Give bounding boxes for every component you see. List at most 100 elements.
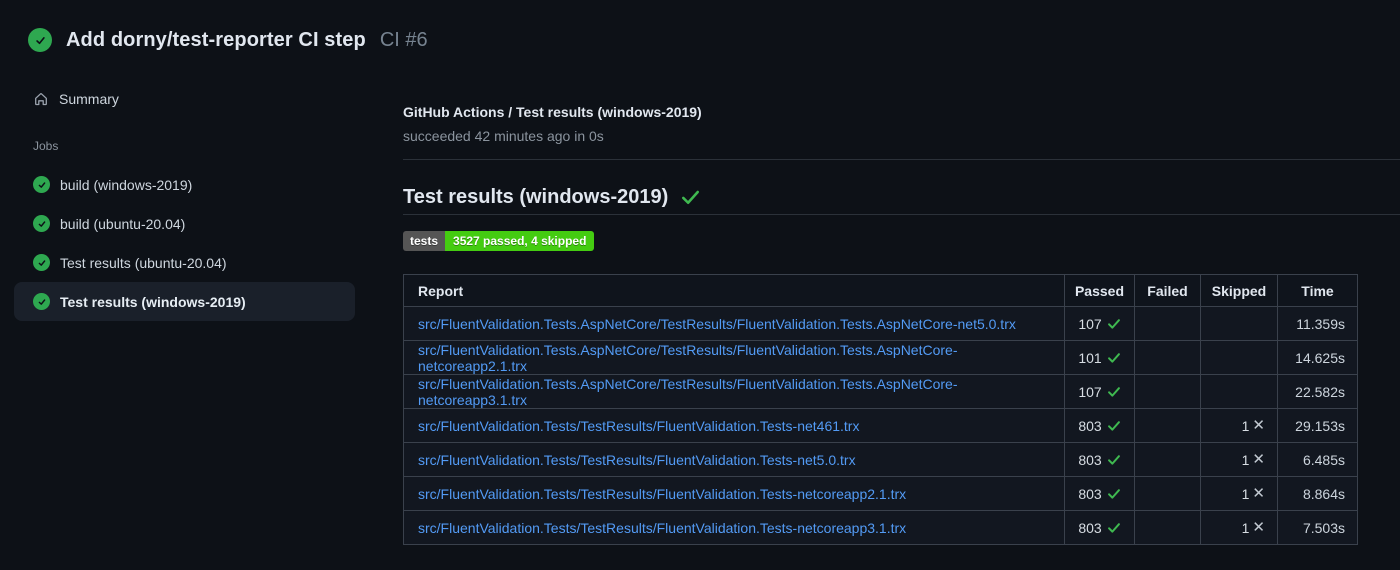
run-success-check-circle-icon <box>28 28 52 52</box>
job-success-check-circle-icon <box>33 254 50 271</box>
passed-count: 803 <box>1078 485 1102 502</box>
job-item-label: build (ubuntu-20.04) <box>60 215 186 232</box>
table-header-row: Report Passed Failed Skipped Time <box>403 274 1358 307</box>
failed-cell <box>1134 510 1201 545</box>
passed-count: 803 <box>1078 451 1102 468</box>
test-results-table: Report Passed Failed Skipped Time src/Fluent… <box>403 274 1358 545</box>
report-cell: src/FluentValidation.Tests.AspNetCore/Te… <box>403 306 1065 341</box>
skipped-count: 1 <box>1241 451 1250 468</box>
skipped-cell: 1 ✕ <box>1200 442 1278 477</box>
sidebar: Summary Jobs build (windows-2019) build (… <box>0 83 403 321</box>
tests-badge: tests 3527 passed, 4 skipped <box>403 231 595 251</box>
time-cell: 11.359s <box>1277 306 1358 341</box>
time-cell: 6.485s <box>1277 442 1358 477</box>
sidebar-job-item-4[interactable]: Test results (windows-2019) <box>14 282 355 321</box>
skipped-count: 1 <box>1241 417 1250 434</box>
skipped-count: 1 <box>1241 485 1250 502</box>
run-header: Add dorny/test-reporter CI step CI #6 <box>0 0 1400 52</box>
column-header-time: Time <box>1277 274 1358 307</box>
passed-count: 101 <box>1078 349 1102 366</box>
badge-label: tests <box>403 231 446 251</box>
report-cell: src/FluentValidation.Tests/TestResults/F… <box>403 510 1065 545</box>
time-cell: 22.582s <box>1277 374 1358 409</box>
passed-check-icon <box>1107 352 1120 363</box>
passed-count: 803 <box>1078 417 1102 434</box>
passed-check-icon <box>1107 420 1120 431</box>
time-cell: 14.625s <box>1277 340 1358 375</box>
job-success-check-circle-icon <box>33 293 50 310</box>
passed-cell: 803 <box>1064 510 1135 545</box>
skipped-count: 1 <box>1241 519 1250 536</box>
report-link[interactable]: src/FluentValidation.Tests/TestResults/F… <box>418 486 906 502</box>
time-cell: 29.153s <box>1277 408 1358 443</box>
main-content: GitHub Actions / Test results (windows-2… <box>403 83 1400 545</box>
failed-cell <box>1134 306 1201 341</box>
sidebar-job-item-1[interactable]: build (windows-2019) <box>14 165 355 204</box>
skipped-cell <box>1200 306 1278 341</box>
report-link[interactable]: src/FluentValidation.Tests/TestResults/F… <box>418 452 856 468</box>
job-success-check-circle-icon <box>33 176 50 193</box>
table-row: src/FluentValidation.Tests/TestResults/F… <box>403 442 1358 477</box>
passed-cell: 803 <box>1064 408 1135 443</box>
failed-cell <box>1134 476 1201 511</box>
section-success-check-icon <box>682 190 700 205</box>
report-link[interactable]: src/FluentValidation.Tests/TestResults/F… <box>418 418 859 434</box>
table-row: src/FluentValidation.Tests.AspNetCore/Te… <box>403 374 1358 409</box>
check-icon <box>35 36 45 44</box>
passed-check-icon <box>1107 454 1120 465</box>
sidebar-item-summary[interactable]: Summary <box>14 83 355 115</box>
home-icon <box>35 93 47 106</box>
column-header-report: Report <box>403 274 1065 307</box>
time-cell: 7.503s <box>1277 510 1358 545</box>
passed-cell: 101 <box>1064 340 1135 375</box>
run-number: CI #6 <box>379 28 428 51</box>
table-row: src/FluentValidation.Tests/TestResults/F… <box>403 510 1358 545</box>
report-cell: src/FluentValidation.Tests.AspNetCore/Te… <box>403 374 1065 409</box>
failed-cell <box>1134 408 1201 443</box>
skipped-x-icon: ✕ <box>1252 417 1265 434</box>
report-link[interactable]: src/FluentValidation.Tests.AspNetCore/Te… <box>418 376 958 408</box>
job-title: GitHub Actions / Test results (windows-2… <box>403 104 702 120</box>
report-link[interactable]: src/FluentValidation.Tests.AspNetCore/Te… <box>418 342 958 374</box>
layout: Summary Jobs build (windows-2019) build (… <box>0 83 1400 545</box>
skipped-cell: 1 ✕ <box>1200 510 1278 545</box>
passed-count: 107 <box>1078 383 1102 400</box>
skipped-cell: 1 ✕ <box>1200 476 1278 511</box>
passed-check-icon <box>1107 318 1120 329</box>
passed-cell: 803 <box>1064 442 1135 477</box>
report-link[interactable]: src/FluentValidation.Tests/TestResults/F… <box>418 520 906 536</box>
column-header-passed: Passed <box>1064 274 1135 307</box>
run-title: Add dorny/test-reporter CI step <box>66 28 366 51</box>
skipped-cell: 1 ✕ <box>1200 408 1278 443</box>
skipped-x-icon: ✕ <box>1252 485 1265 502</box>
passed-cell: 107 <box>1064 374 1135 409</box>
sidebar-summary-label: Summary <box>59 91 119 107</box>
table-row: src/FluentValidation.Tests.AspNetCore/Te… <box>403 306 1358 341</box>
job-success-check-circle-icon <box>33 215 50 232</box>
report-link[interactable]: src/FluentValidation.Tests.AspNetCore/Te… <box>418 316 1016 332</box>
failed-cell <box>1134 340 1201 375</box>
report-cell: src/FluentValidation.Tests/TestResults/F… <box>403 476 1065 511</box>
section-title: Test results (windows-2019) <box>403 186 669 208</box>
report-cell: src/FluentValidation.Tests.AspNetCore/Te… <box>403 340 1065 375</box>
table-row: src/FluentValidation.Tests/TestResults/F… <box>403 408 1358 443</box>
passed-check-icon <box>1107 522 1120 533</box>
sidebar-job-item-3[interactable]: Test results (ubuntu-20.04) <box>14 243 355 282</box>
skipped-x-icon: ✕ <box>1252 519 1265 536</box>
jobs-list: build (windows-2019) build (ubuntu-20.04)… <box>14 165 403 321</box>
jobs-section-label: Jobs <box>33 139 59 153</box>
sidebar-job-item-2[interactable]: build (ubuntu-20.04) <box>14 204 355 243</box>
divider <box>403 159 1400 160</box>
passed-cell: 107 <box>1064 306 1135 341</box>
column-header-skipped: Skipped <box>1200 274 1278 307</box>
report-cell: src/FluentValidation.Tests/TestResults/F… <box>403 408 1065 443</box>
skipped-x-icon: ✕ <box>1252 451 1265 468</box>
column-header-failed: Failed <box>1134 274 1201 307</box>
failed-cell <box>1134 374 1201 409</box>
job-item-label: build (windows-2019) <box>60 176 193 193</box>
passed-check-icon <box>1107 488 1120 499</box>
badge-value: 3527 passed, 4 skipped <box>445 231 595 251</box>
passed-count: 803 <box>1078 519 1102 536</box>
section-header: Test results (windows-2019) <box>403 186 1400 215</box>
table-row: src/FluentValidation.Tests/TestResults/F… <box>403 476 1358 511</box>
